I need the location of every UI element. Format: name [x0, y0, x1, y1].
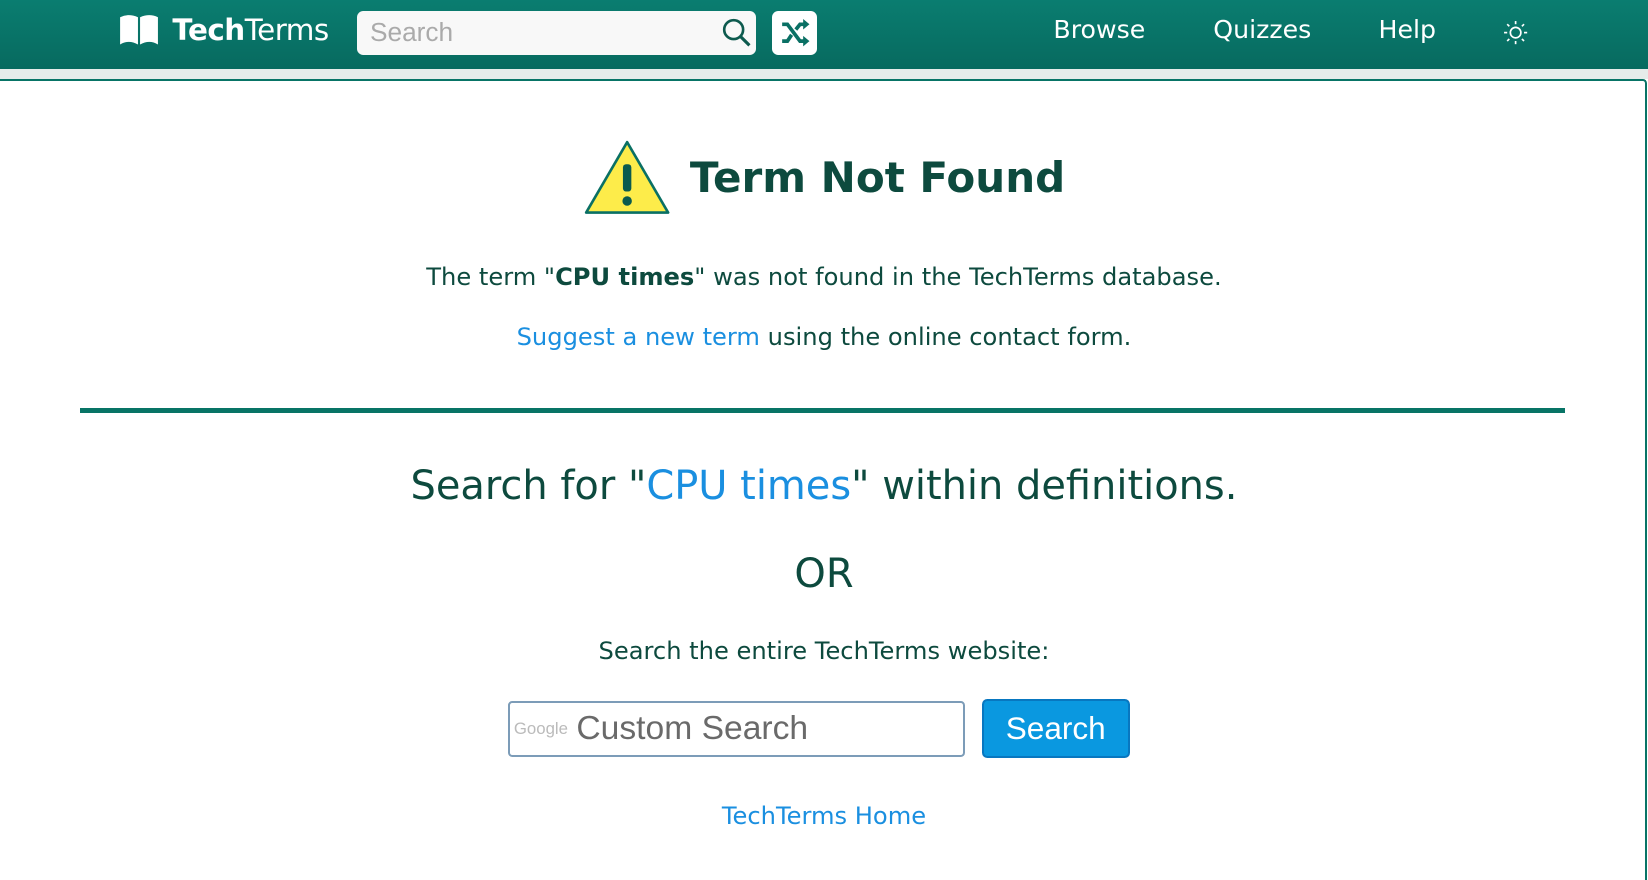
nav-help[interactable]: Help — [1379, 15, 1437, 44]
or-text: OR — [794, 550, 854, 597]
random-term-button[interactable] — [772, 10, 817, 55]
magnifier-icon[interactable] — [720, 16, 754, 50]
logo-text-bold: Tech — [172, 12, 245, 47]
searched-term: CPU times — [555, 262, 695, 291]
suggest-suffix: using the online contact form. — [759, 322, 1132, 351]
header-search — [357, 10, 756, 55]
custom-search-input[interactable] — [574, 708, 957, 749]
shuffle-icon — [781, 18, 810, 47]
page-title: Term Not Found — [0, 139, 1648, 217]
logo-text-light: Terms — [244, 12, 329, 47]
search-for-prefix: Search for " — [410, 463, 647, 510]
techterms-home-link[interactable]: TechTerms Home — [722, 802, 926, 830]
search-definitions-link[interactable]: CPU times — [646, 463, 851, 509]
suggest-term-link[interactable]: Suggest a new term — [517, 323, 760, 351]
message-suffix: " was not found in the TechTerms databas… — [694, 262, 1222, 291]
book-icon — [119, 14, 158, 45]
custom-search-button[interactable]: Search — [981, 698, 1130, 758]
nav-quizzes[interactable]: Quizzes — [1213, 15, 1311, 44]
sun-icon[interactable] — [1503, 20, 1528, 45]
suggest-message: Suggest a new term using the online cont… — [0, 323, 1648, 351]
message-prefix: The term " — [426, 262, 556, 291]
search-definitions-heading: Search for "CPU times" within definition… — [0, 463, 1648, 509]
home-link-row: TechTerms Home — [0, 802, 1648, 830]
search-site-label: Search the entire TechTerms website: — [598, 636, 1050, 665]
not-found-message: The term "CPU times" was not found in th… — [0, 263, 1648, 291]
warning-icon — [584, 140, 670, 214]
search-input[interactable] — [357, 10, 715, 55]
logo-link[interactable]: TechTerms — [118, 13, 329, 47]
google-label: Google — [513, 718, 568, 738]
search-for-suffix: " within definitions. — [851, 463, 1238, 510]
section-divider — [79, 407, 1565, 414]
custom-search-box: Google — [507, 701, 965, 757]
top-nav-bar: TechTerms Browse Quizzes Help — [0, 0, 1648, 70]
header-divider — [0, 69, 1648, 79]
title-text: Term Not Found — [689, 153, 1066, 203]
nav-browse[interactable]: Browse — [1053, 15, 1145, 44]
